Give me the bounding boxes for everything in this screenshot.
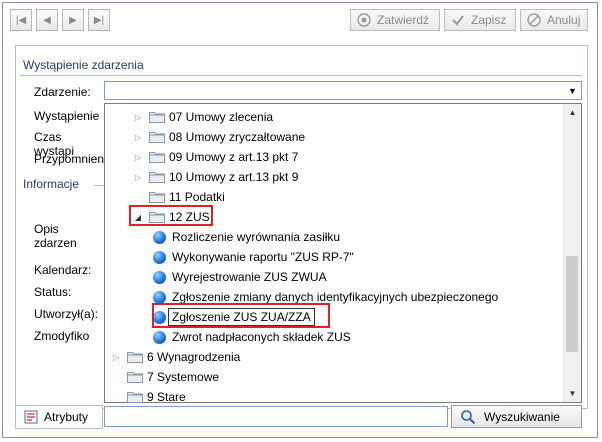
tree-item-label: Wyrejestrowanie ZUS ZWUA <box>172 270 327 284</box>
last-icon: ▶| <box>93 14 105 26</box>
event-type-icon <box>153 250 166 264</box>
last-record-button[interactable]: ▶| <box>88 9 110 31</box>
tree-folder[interactable]: 9 Stare <box>111 387 186 407</box>
cancel-icon <box>527 13 541 27</box>
expand-icon[interactable]: ▷ <box>133 153 143 162</box>
search-button[interactable]: Wyszukiwanie <box>451 405 582 428</box>
expand-icon[interactable]: ▷ <box>133 173 143 182</box>
created-by-label: Utworzył(a): <box>34 307 99 321</box>
next-record-button[interactable]: ▶ <box>62 9 84 31</box>
scrollbar[interactable]: ▲ ▼ <box>563 104 581 402</box>
tree-item-label: 11 Podatki <box>169 190 225 204</box>
tree-folder[interactable]: ▷ 09 Umowy z art.13 pkt 7 <box>133 147 298 167</box>
folder-icon <box>149 151 165 163</box>
scroll-up-icon[interactable]: ▲ <box>564 104 581 121</box>
tree-item-label: Wykonywanie raportu "ZUS RP-7" <box>172 250 354 264</box>
tree-item-label: 08 Umowy zryczałtowane <box>169 130 306 144</box>
tree-item[interactable]: Wyrejestrowanie ZUS ZWUA <box>153 267 327 287</box>
event-type-icon <box>153 290 166 304</box>
confirm-button[interactable]: Zatwierdź <box>350 9 440 31</box>
attributes-icon <box>24 410 38 424</box>
first-record-button[interactable]: |◀ <box>10 9 32 31</box>
tree-item-label: Zgłoszenie zmiany danych identyfikacyjny… <box>172 290 499 304</box>
tree-folder[interactable]: ▷ 6 Wynagrodzenia <box>111 347 240 367</box>
divider <box>20 75 582 76</box>
tab-attributes[interactable]: Atrybuty <box>15 405 103 429</box>
tree-item[interactable]: Zwrot nadpłaconych składek ZUS <box>153 327 351 347</box>
tree-folder[interactable]: ▷ 10 Umowy z art.13 pkt 9 <box>133 167 298 187</box>
event-type-icon <box>153 330 166 344</box>
tree-folder[interactable]: ▷ 07 Umowy zlecenia <box>133 107 273 127</box>
divider <box>94 185 104 186</box>
toolbar: |◀ ◀ ▶ ▶| Zatwierdź Zapisz Anuluj <box>10 9 588 35</box>
folder-icon <box>149 131 165 143</box>
cancel-button[interactable]: Anuluj <box>520 9 588 31</box>
tree-item-label: 6 Wynagrodzenia <box>147 350 241 364</box>
folder-icon <box>127 391 143 403</box>
tree-item-label: 10 Umowy z art.13 pkt 9 <box>169 170 299 184</box>
highlight-zgloszenie-zua-zza <box>152 303 330 328</box>
status-label: Status: <box>34 285 72 299</box>
folder-icon <box>149 191 165 203</box>
previous-record-button[interactable]: ◀ <box>36 9 58 31</box>
folder-icon <box>127 371 143 383</box>
tree-item[interactable]: Rozliczenie wyrównania zasiłku <box>153 227 340 247</box>
search-input[interactable] <box>104 406 448 427</box>
event-type-icon <box>153 230 166 244</box>
tree-folder[interactable]: 11 Podatki <box>133 187 225 207</box>
scroll-down-icon[interactable]: ▼ <box>564 385 581 402</box>
tree-item-label: Zwrot nadpłaconych składek ZUS <box>172 330 351 344</box>
event-type-icon <box>153 270 166 284</box>
group-title-event: Wystąpienie zdarzenia <box>23 58 144 72</box>
tree-folder[interactable]: ▷ 08 Umowy zryczałtowane <box>133 127 305 147</box>
search-icon <box>460 409 476 425</box>
event-combo[interactable]: ▼ <box>104 81 582 100</box>
chevron-down-icon[interactable]: ▼ <box>564 82 581 99</box>
tree-item-label: 09 Umowy z art.13 pkt 7 <box>169 150 299 164</box>
folder-icon <box>149 111 165 123</box>
next-icon: ▶ <box>69 14 77 26</box>
expand-icon[interactable]: ▷ <box>111 353 121 362</box>
checkmark-icon <box>451 13 465 27</box>
reminder-label: Przypomnien <box>34 152 104 166</box>
tree-item-label: Rozliczenie wyrównania zasiłku <box>172 230 341 244</box>
save-button[interactable]: Zapisz <box>444 9 516 31</box>
tree-item-label: 9 Stare <box>147 390 186 404</box>
calendar-label: Kalendarz: <box>34 263 92 277</box>
tree-folder[interactable]: 7 Systemowe <box>111 367 219 387</box>
event-tree-dropdown[interactable]: ▷ 07 Umowy zlecenia ▷ 08 Umowy zryczałtowan… <box>104 103 582 404</box>
modified-by-label: Zmodyfiko <box>34 329 90 343</box>
folder-icon <box>127 351 143 363</box>
previous-icon: ◀ <box>43 14 51 26</box>
expand-icon[interactable]: ▷ <box>133 133 143 142</box>
expand-icon[interactable]: ▷ <box>133 113 143 122</box>
tree-item[interactable]: Wykonywanie raportu "ZUS RP-7" <box>153 247 354 267</box>
group-title-info: Informacje <box>23 177 80 191</box>
description-label: Opis zdarzen <box>34 222 77 250</box>
first-icon: |◀ <box>15 14 27 26</box>
folder-icon <box>149 171 165 183</box>
event-label: Zdarzenie: <box>34 85 91 99</box>
occurrence-label: Wystąpienie <box>34 109 100 123</box>
scrollbar-thumb[interactable] <box>566 256 578 352</box>
highlight-12-zus <box>129 205 213 226</box>
confirm-icon <box>357 13 371 27</box>
tree-item-label: 7 Systemowe <box>147 370 220 384</box>
tree-item-label: 07 Umowy zlecenia <box>169 110 274 124</box>
